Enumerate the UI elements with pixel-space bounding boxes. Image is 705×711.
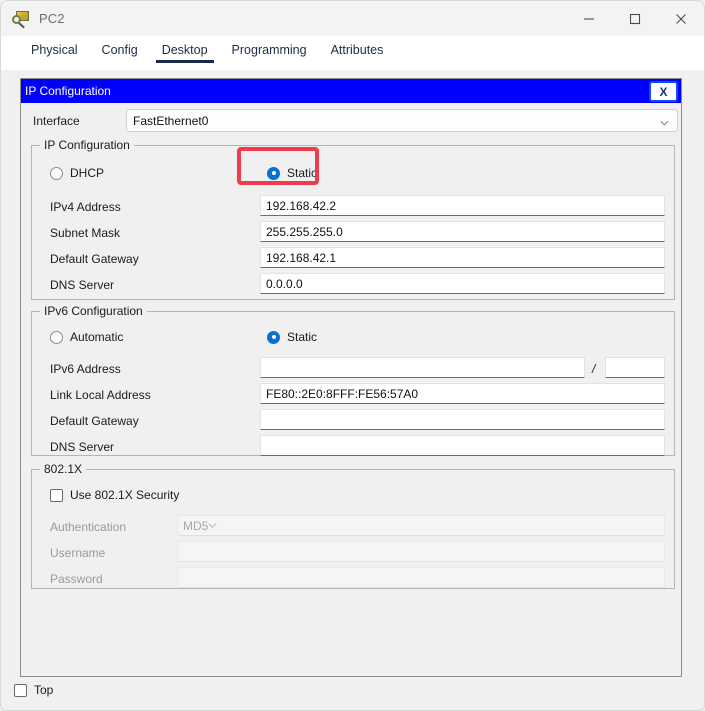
ipv4-address-label: IPv4 Address — [50, 200, 121, 214]
ipv6-prefix-input[interactable] — [605, 357, 665, 378]
app-header-title: IP Configuration — [25, 84, 111, 98]
title-bar: PC2 — [0, 0, 705, 36]
ipv4-default-gateway-label: Default Gateway — [50, 252, 139, 266]
chevron-down-icon — [208, 519, 217, 533]
ipv6-default-gateway-input[interactable] — [260, 409, 665, 430]
close-icon[interactable] — [658, 1, 704, 36]
ipv6-address-input[interactable] — [260, 357, 585, 378]
packet-tracer-pc-icon — [12, 10, 30, 28]
ipv4-address-input[interactable]: 192.168.42.2 — [260, 195, 665, 216]
ipv6-dns-server-label: DNS Server — [50, 440, 114, 454]
app-close-button[interactable]: X — [649, 81, 678, 102]
tab-config[interactable]: Config — [90, 36, 150, 63]
ipv6-address-label: IPv6 Address — [50, 362, 121, 376]
radio-static-ipv4-label: Static — [287, 166, 317, 180]
tab-programming[interactable]: Programming — [220, 36, 319, 63]
top-checkbox-label: Top — [34, 683, 53, 697]
app-header-bar: IP Configuration X — [21, 79, 681, 103]
interface-label: Interface — [33, 114, 80, 128]
dot1x-group-title: 802.1X — [40, 462, 86, 476]
tab-attributes[interactable]: Attributes — [319, 36, 396, 63]
ipv4-dns-server-label: DNS Server — [50, 278, 114, 292]
use-dot1x-security-label: Use 802.1X Security — [70, 488, 179, 502]
link-local-address-label: Link Local Address — [50, 388, 151, 402]
interface-value: FastEthernet0 — [133, 114, 208, 128]
authentication-label: Authentication — [50, 520, 126, 534]
radio-ipv6-automatic[interactable]: Automatic — [50, 330, 123, 344]
subnet-mask-input[interactable]: 255.255.255.0 — [260, 221, 665, 242]
window-controls — [566, 1, 704, 36]
device-tabs: Physical Config Desktop Programming Attr… — [0, 36, 705, 70]
chevron-down-icon — [660, 116, 669, 125]
ipv6-prefix-separator: / — [592, 362, 595, 376]
ipv4-configuration-group: IP Configuration DHCP Static IPv4 Addres… — [31, 145, 675, 300]
authentication-value: MD5 — [183, 519, 208, 533]
password-label: Password — [50, 572, 103, 586]
ipv4-dns-server-input[interactable]: 0.0.0.0 — [260, 273, 665, 294]
checkbox-indicator — [14, 684, 27, 697]
ipv6-dns-server-input[interactable] — [260, 435, 665, 456]
password-input[interactable] — [177, 567, 665, 588]
desktop-tab-content: IP Configuration X Interface FastEtherne… — [0, 70, 705, 711]
maximize-icon[interactable] — [612, 1, 658, 36]
packet-tracer-device-window: PC2 Physical Config Desktop Programming … — [0, 0, 705, 711]
radio-ipv6-static-label: Static — [287, 330, 317, 344]
dot1x-group: 802.1X Use 802.1X Security Authenticatio… — [31, 469, 675, 589]
ip-configuration-app-panel: IP Configuration X Interface FastEtherne… — [20, 78, 682, 677]
radio-static-ipv4-indicator — [267, 167, 280, 180]
use-dot1x-security-checkbox[interactable]: Use 802.1X Security — [50, 488, 179, 502]
radio-ipv6-automatic-indicator — [50, 331, 63, 344]
radio-dhcp-indicator — [50, 167, 63, 180]
username-input[interactable] — [177, 541, 665, 562]
ipv6-group-title: IPv6 Configuration — [40, 304, 147, 318]
radio-dhcp-label: DHCP — [70, 166, 104, 180]
top-checkbox[interactable]: Top — [14, 683, 53, 697]
tab-desktop[interactable]: Desktop — [150, 36, 220, 63]
link-local-address-input[interactable]: FE80::2E0:8FFF:FE56:57A0 — [260, 383, 665, 404]
checkbox-indicator — [50, 489, 63, 502]
subnet-mask-label: Subnet Mask — [50, 226, 120, 240]
ipv4-group-title: IP Configuration — [40, 138, 134, 152]
minimize-icon[interactable] — [566, 1, 612, 36]
radio-ipv6-automatic-label: Automatic — [70, 330, 123, 344]
ipv4-default-gateway-input[interactable]: 192.168.42.1 — [260, 247, 665, 268]
authentication-select[interactable]: MD5 — [177, 515, 665, 536]
window-title: PC2 — [39, 11, 65, 26]
radio-static-ipv4[interactable]: Static — [267, 166, 317, 180]
interface-row: Interface FastEthernet0 — [21, 109, 681, 135]
ipv6-default-gateway-label: Default Gateway — [50, 414, 139, 428]
radio-dhcp[interactable]: DHCP — [50, 166, 104, 180]
tab-physical[interactable]: Physical — [19, 36, 90, 63]
ipv6-configuration-group: IPv6 Configuration Automatic Static IPv6… — [31, 311, 675, 456]
radio-ipv6-static[interactable]: Static — [267, 330, 317, 344]
radio-ipv6-static-indicator — [267, 331, 280, 344]
interface-select[interactable]: FastEthernet0 — [126, 109, 678, 132]
username-label: Username — [50, 546, 105, 560]
